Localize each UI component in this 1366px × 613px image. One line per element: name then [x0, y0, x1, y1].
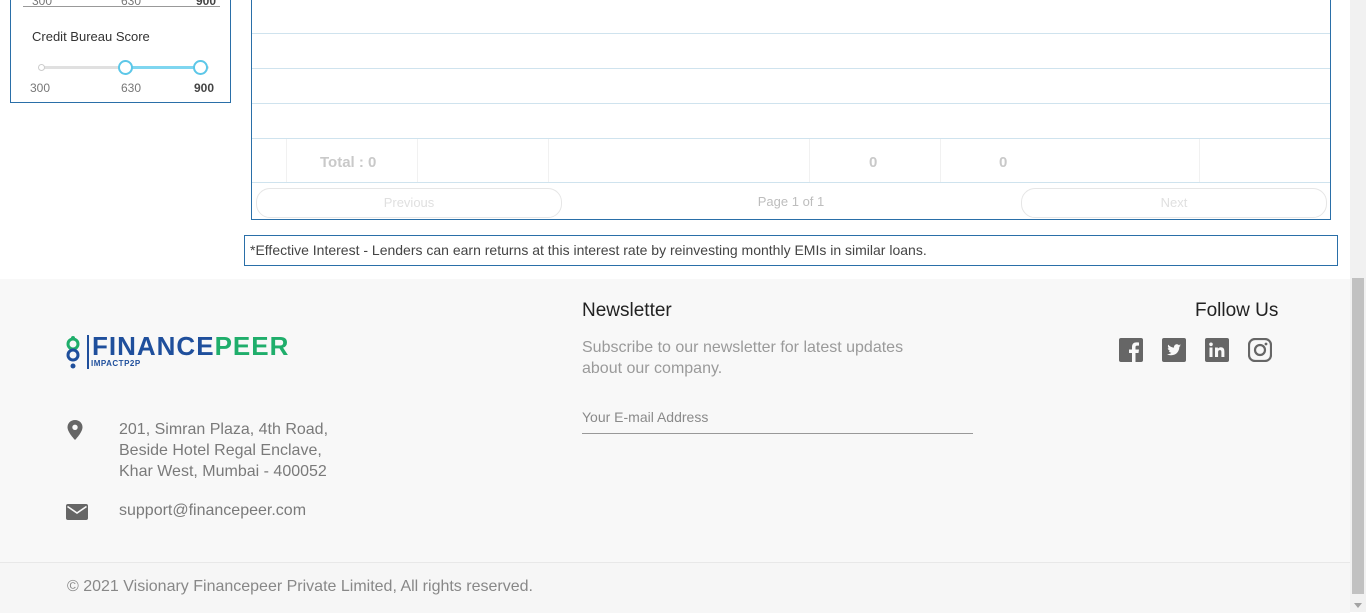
credit-score-min-handle[interactable] — [118, 60, 133, 75]
logo-word-peer: PEER — [214, 331, 290, 361]
tick-min: 300 — [30, 81, 51, 95]
column-divider — [809, 139, 810, 182]
slider-min-marker — [38, 64, 45, 71]
credit-score-slider-range — [125, 66, 202, 69]
facebook-icon[interactable] — [1119, 338, 1143, 362]
footer-bottom-bar: © 2021 Visionary Financepeer Private Lim… — [0, 562, 1350, 613]
linkedin-icon[interactable] — [1205, 338, 1229, 362]
tick-max: 900 — [194, 81, 215, 95]
filter-panel: 300 630 900 Credit Bureau Score 300 630 … — [10, 0, 231, 103]
location-pin-icon — [67, 420, 83, 440]
column-divider — [286, 139, 287, 182]
logo-wordmark: FINANCEPEER — [92, 331, 289, 362]
prev-slider-track — [23, 6, 220, 7]
total-row: Total : 0 0 0 — [252, 139, 1330, 183]
footer: FINANCEPEER IMPACTP2P 201, Simran Plaza,… — [0, 279, 1350, 613]
column-divider — [940, 139, 941, 182]
table-row — [252, 68, 1330, 69]
table-row — [252, 33, 1330, 34]
support-email-link[interactable]: support@financepeer.com — [119, 502, 306, 520]
logo-divider — [87, 335, 89, 369]
envelope-icon — [66, 504, 88, 520]
copyright-text: © 2021 Visionary Financepeer Private Lim… — [67, 578, 533, 595]
logo-mark-icon — [66, 336, 80, 369]
newsletter-description: Subscribe to our newsletter for latest u… — [582, 339, 904, 377]
newsletter-title: Newsletter — [582, 300, 672, 321]
credit-score-max-handle[interactable] — [193, 60, 208, 75]
column-divider — [417, 139, 418, 182]
column-divider — [548, 139, 549, 182]
scroll-down-arrow-icon[interactable] — [1354, 603, 1362, 608]
total-value: 0 — [869, 154, 878, 171]
instagram-icon[interactable] — [1248, 338, 1272, 362]
address-line: 201, Simran Plaza, 4th Road, — [119, 421, 329, 438]
tick-mid: 630 — [121, 81, 142, 95]
address: 201, Simran Plaza, 4th Road, Beside Hote… — [119, 419, 328, 482]
total-value: 0 — [999, 154, 1008, 171]
logo-word-finance: FINANCE — [92, 331, 215, 361]
loans-table: Total : 0 0 0 Previous Page 1 of 1 Next — [251, 0, 1331, 220]
newsletter-email-input[interactable] — [582, 400, 973, 434]
address-line: Khar West, Mumbai - 400052 — [119, 463, 327, 480]
twitter-icon[interactable] — [1162, 338, 1186, 362]
follow-us-title: Follow Us — [1195, 300, 1279, 321]
address-line: Beside Hotel Regal Enclave, — [119, 442, 322, 459]
logo-tagline: IMPACTP2P — [91, 359, 141, 368]
credit-bureau-score-label: Credit Bureau Score — [32, 29, 150, 44]
scrollbar-thumb[interactable] — [1352, 278, 1364, 594]
next-button[interactable]: Next — [1021, 188, 1327, 218]
column-divider — [1199, 139, 1200, 182]
effective-interest-note: *Effective Interest - Lenders can earn r… — [244, 235, 1338, 266]
table-row — [252, 103, 1330, 104]
page-scrollbar[interactable] — [1350, 0, 1366, 612]
total-label: Total : 0 — [320, 154, 377, 171]
